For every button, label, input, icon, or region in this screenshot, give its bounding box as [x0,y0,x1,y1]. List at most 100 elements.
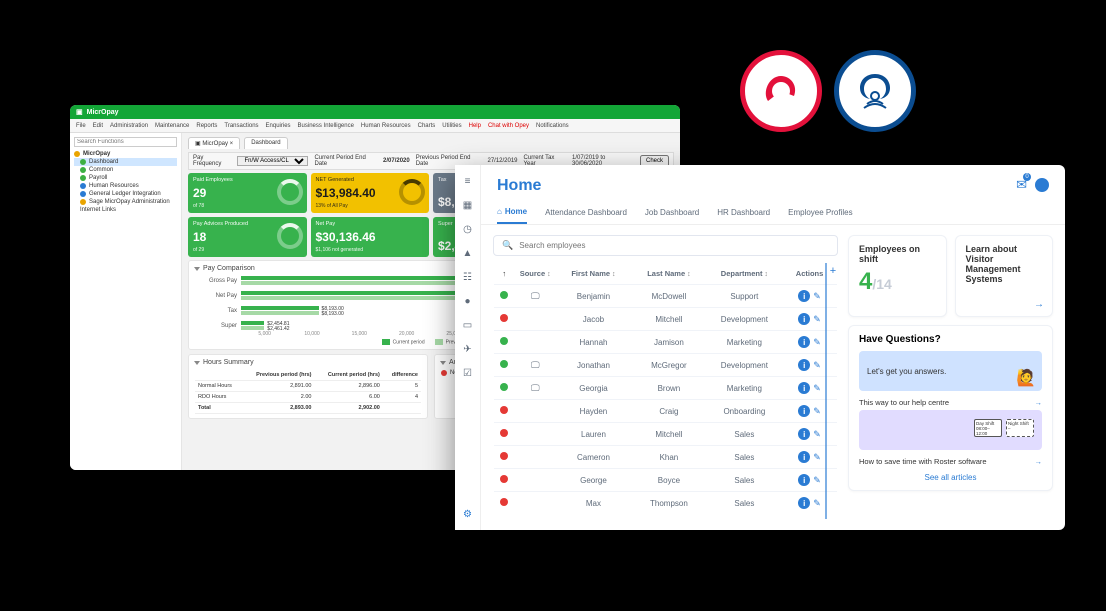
user-avatar[interactable] [1035,178,1049,192]
info-button[interactable]: i [798,474,810,486]
table-row[interactable]: 🖵BenjaminMcDowellSupporti✎ [494,285,837,308]
edit-button[interactable]: ✎ [813,406,821,416]
see-all-articles-link[interactable]: See all articles [859,469,1042,482]
tab-employee-profiles[interactable]: Employee Profiles [788,201,852,224]
card-net-generated[interactable]: NET Generated$13,984.4013% of All Pay [311,173,430,213]
menu-chat-with-opey[interactable]: Chat with Opey [488,123,529,129]
settings-icon[interactable]: ⚙ [462,508,474,520]
table-row[interactable]: MaxThompsonSalesi✎ [494,492,837,515]
col-last-name[interactable]: Last Name [631,263,706,285]
col-first-name[interactable]: First Name [556,263,631,285]
edit-button[interactable]: ✎ [813,383,821,393]
col-source[interactable]: Source [515,263,556,285]
table-row[interactable]: CameronKhanSalesi✎ [494,446,837,469]
monitor-icon: 🖵 [531,291,540,301]
card-net-pay[interactable]: Net Pay$30,136.46$1,106 not generated [311,217,430,257]
tree-item-common[interactable]: Common [74,166,177,174]
tab-hr-dashboard[interactable]: HR Dashboard [717,201,770,224]
home-icon: ⌂ [497,207,502,216]
edit-button[interactable]: ✎ [813,360,821,370]
tree-item-micropay[interactable]: MicrOpay [74,150,177,158]
info-button[interactable]: i [798,405,810,417]
menu-transactions[interactable]: Transactions [224,123,258,129]
info-button[interactable]: i [798,497,810,509]
roster-link[interactable]: How to save time with Roster software→ [859,454,1042,469]
menu-administration[interactable]: Administration [110,123,148,129]
pay-frequency-select[interactable]: Fn/W Access/CL [237,156,308,166]
edit-button[interactable]: ✎ [813,314,821,324]
info-button[interactable]: i [798,382,810,394]
tree-item-internet-links[interactable]: Internet Links [74,206,177,214]
help-banner[interactable]: Let's get you answers. 🙋 [859,351,1042,391]
table-row[interactable]: 🖵JonathanMcGregorDevelopmenti✎ [494,354,837,377]
edit-button[interactable]: ✎ [813,291,821,301]
info-button[interactable]: i [798,428,810,440]
nav-tree[interactable]: MicrOpayDashboardCommonPayrollHuman Reso… [70,133,182,470]
card-paid-employees[interactable]: Paid Employees29of 78 [188,173,307,213]
info-button[interactable]: i [798,313,810,325]
location-icon[interactable]: ● [462,295,474,307]
menu-business-intelligence[interactable]: Business Intelligence [298,123,354,129]
add-employee-button[interactable]: + [827,265,839,277]
checkbox-icon[interactable]: ☑ [462,367,474,379]
table-row[interactable]: LaurenMitchellSalesi✎ [494,423,837,446]
employees-on-shift-card[interactable]: Employees on shift 4/14 [848,235,947,317]
tab-home[interactable]: ⌂Home [497,201,527,224]
info-button[interactable]: i [798,290,810,302]
info-button[interactable]: i [798,451,810,463]
menu-maintenance[interactable]: Maintenance [155,123,189,129]
roster-banner[interactable]: Day Shift 08:00–12:00 Night Shift – [859,410,1042,450]
menu-charts[interactable]: Charts [418,123,436,129]
side-rail[interactable]: ≡ ▦ ◷ ▲ ☷ ● ▭ ✈ ☑ ⚙ [455,165,481,530]
edit-button[interactable]: ✎ [813,337,821,347]
table-row[interactable]: JacobMitchellDevelopmenti✎ [494,308,837,331]
table-row[interactable]: 🖵GeorgiaBrownMarketingi✎ [494,377,837,400]
help-centre-link[interactable]: This way to our help centre→ [859,395,1042,410]
menu-edit[interactable]: Edit [93,123,103,129]
menu-enquiries[interactable]: Enquiries [266,123,291,129]
employee-table: SourceFirst NameLast NameDepartmentActio… [494,263,837,514]
menu-notifications[interactable]: Notifications [536,123,569,129]
people-icon[interactable]: ▲ [462,247,474,259]
calendar-icon[interactable]: ☷ [462,271,474,283]
card-pay-advices[interactable]: Pay Advices Produced18of 29 [188,217,307,257]
mail-icon[interactable]: ✉0 [1016,177,1027,193]
scrollbar[interactable] [825,263,827,519]
logo-blue [834,50,916,132]
tree-item-general-ledger-integration[interactable]: General Ledger Integration [74,190,177,198]
learn-vms-card[interactable]: Learn about Visitor Management Systems → [955,235,1054,317]
tree-search-input[interactable] [74,137,177,147]
edit-button[interactable]: ✎ [813,429,821,439]
plane-icon[interactable]: ✈ [462,343,474,355]
tree-item-sage-micropay-administration[interactable]: Sage MicrOpay Administration [74,198,177,206]
info-button[interactable]: i [798,336,810,348]
table-row[interactable]: HannahJamisonMarketingi✎ [494,331,837,354]
menu-bar[interactable]: File Edit Administration Maintenance Reports… [70,119,680,133]
search-input[interactable]: 🔍 [493,235,838,256]
col-department[interactable]: Department [707,263,782,285]
menu-icon[interactable]: ≡ [462,175,474,187]
edit-button[interactable]: ✎ [813,498,821,508]
menu-reports[interactable]: Reports [196,123,217,129]
table-row[interactable]: GeorgeBoyceSalesi✎ [494,469,837,492]
dashboard-tabs[interactable]: ⌂Home Attendance Dashboard Job Dashboard HR… [481,201,1065,225]
briefcase-icon[interactable]: ▭ [462,319,474,331]
menu-file[interactable]: File [76,123,86,129]
status-dot [500,452,508,460]
clock-icon[interactable]: ◷ [462,223,474,235]
menu-help[interactable]: Help [469,123,481,129]
edit-button[interactable]: ✎ [813,475,821,485]
tree-item-payroll[interactable]: Payroll [74,174,177,182]
table-row[interactable]: HaydenCraigOnboardingi✎ [494,400,837,423]
grid-icon[interactable]: ▦ [462,199,474,211]
tab-attendance-dashboard[interactable]: Attendance Dashboard [545,201,627,224]
tree-item-dashboard[interactable]: Dashboard [74,158,177,166]
tab-job-dashboard[interactable]: Job Dashboard [645,201,699,224]
menu-human-resources[interactable]: Human Resources [361,123,411,129]
menu-utilities[interactable]: Utilities [442,123,461,129]
info-button[interactable]: i [798,359,810,371]
col-status[interactable] [494,263,515,285]
tree-item-human-resources[interactable]: Human Resources [74,182,177,190]
edit-button[interactable]: ✎ [813,452,821,462]
content-tabs[interactable]: ▣ MicrOpay ×Dashboard [188,137,674,149]
